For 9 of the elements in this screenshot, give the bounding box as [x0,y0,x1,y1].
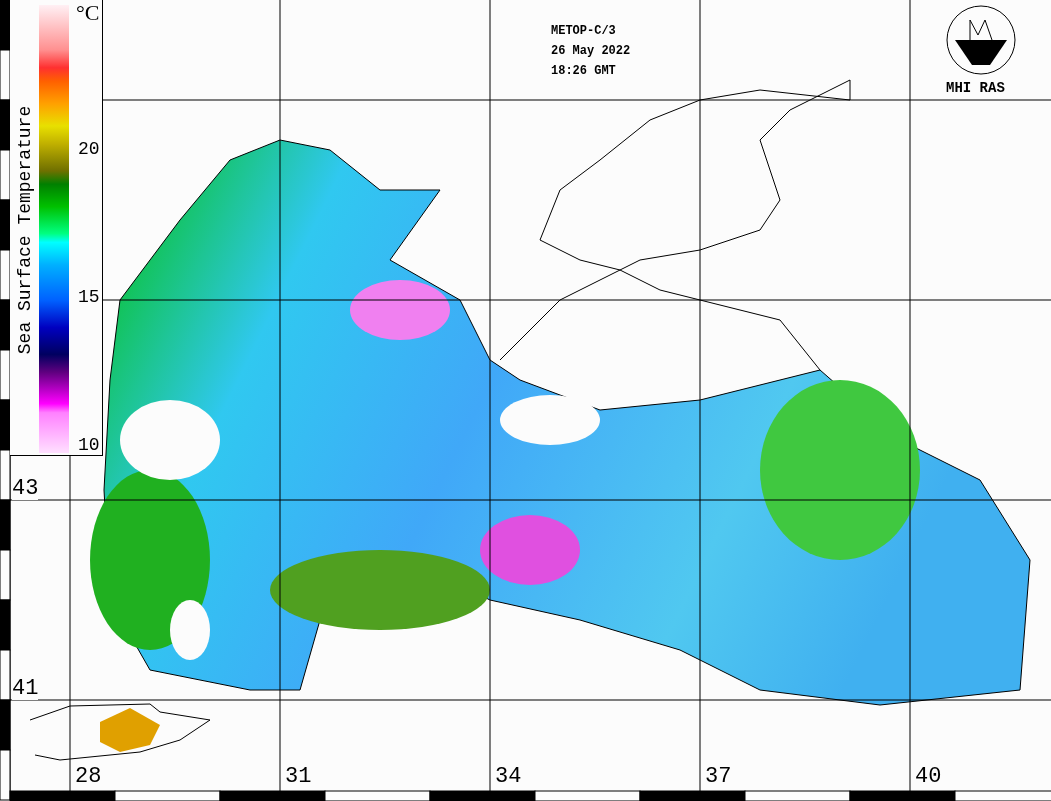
unit-label: °C [76,2,100,24]
logo-text: MHI RAS [946,80,1005,96]
mhi-logo-icon [946,5,1016,75]
image-info-text: METOP-C/3 [551,24,616,38]
image-info-text: 18:26 GMT [551,64,616,78]
legend-title: Sea Surface Temperature [15,105,35,355]
image-info-text: 26 May 2022 [551,44,631,58]
latitude-label: 41 [12,678,39,700]
latitude-label: 43 [12,478,39,500]
